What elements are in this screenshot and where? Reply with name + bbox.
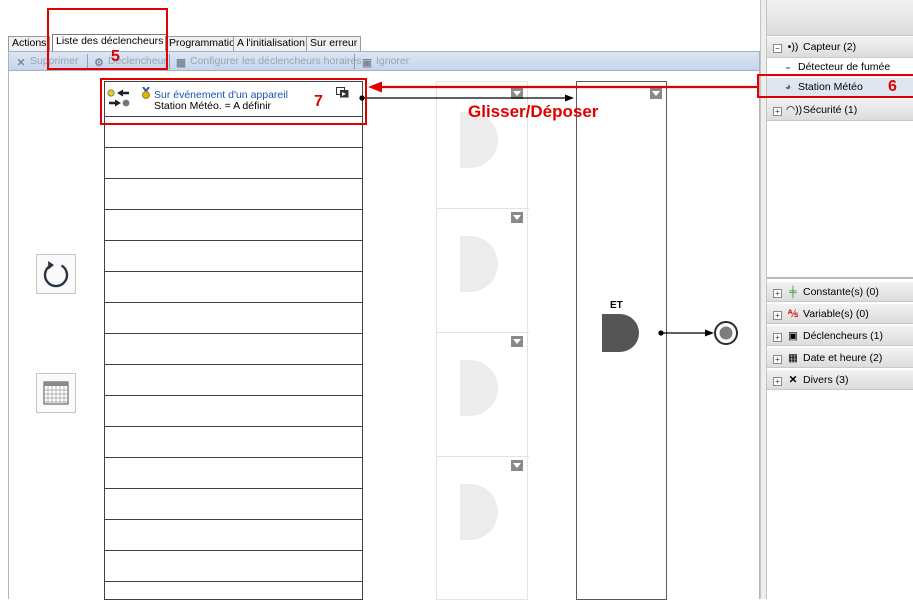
variables-label: Variable(s) (0) [803,308,869,320]
sensor-icon: •)) [787,41,799,53]
palette-item-date-heure[interactable]: + ▦ Date et heure (2) [767,348,913,368]
annotation-box-tab [47,8,168,70]
trigger-icon: ▣ [788,330,798,342]
annotation-number-6: 6 [888,78,897,95]
expand-icon[interactable]: + [773,289,782,298]
output-node-center [719,326,733,340]
variable-icon: ⅍ [787,308,799,320]
expand-icon[interactable]: + [773,333,782,342]
output-arrow-head [705,329,714,337]
drag-drop-label: Glisser/Déposer [468,102,599,121]
palette-item-constantes[interactable]: + ╪ Constante(s) (0) [767,282,913,302]
security-icon: ◠)) [786,104,803,116]
capteur-label: Capteur (2) [803,41,857,53]
device-tree-header [767,0,913,36]
tree-item-capteur[interactable]: − •)) Capteur (2) [767,37,913,58]
palette-item-declencheurs[interactable]: + ▣ Déclencheurs (1) [767,326,913,346]
annotation-box-trigger [100,78,367,125]
declencheurs-label: Déclencheurs (1) [803,330,883,342]
device-tree-panel: − •)) Capteur (2) ◒ Détecteur de fumée ◕ Sta… [767,0,913,277]
annotation-arrow-head [368,81,382,93]
detecteur-label: Détecteur de fumée [798,61,891,73]
divers-label: Divers (3) [803,374,849,386]
expand-icon[interactable]: + [773,377,782,386]
constantes-label: Constante(s) (0) [803,286,879,298]
expand-icon[interactable]: + [773,311,782,320]
palette-item-divers[interactable]: + ✕ Divers (3) [767,370,913,390]
annotation-number-7: 7 [314,93,323,110]
palette-panel: + ╪ Constante(s) (0) + ⅍ Variable(s) (0) + ▣ D… [767,277,913,599]
expand-icon[interactable]: + [773,107,782,116]
tree-item-securite[interactable]: + ◠))Sécurité (1) [767,99,913,121]
constant-icon: ╪ [789,286,797,298]
palette-item-variables[interactable]: + ⅍ Variable(s) (0) [767,304,913,324]
tools-icon: ✕ [788,374,798,386]
securite-label: Sécurité (1) [803,104,858,116]
date-heure-label: Date et heure (2) [803,352,883,364]
annotation-number-5: 5 [111,48,120,65]
collapse-icon[interactable]: − [773,44,782,53]
calendar-icon: ▦ [788,352,798,364]
drag-arrow-head [565,94,574,102]
expand-icon[interactable]: + [773,355,782,364]
